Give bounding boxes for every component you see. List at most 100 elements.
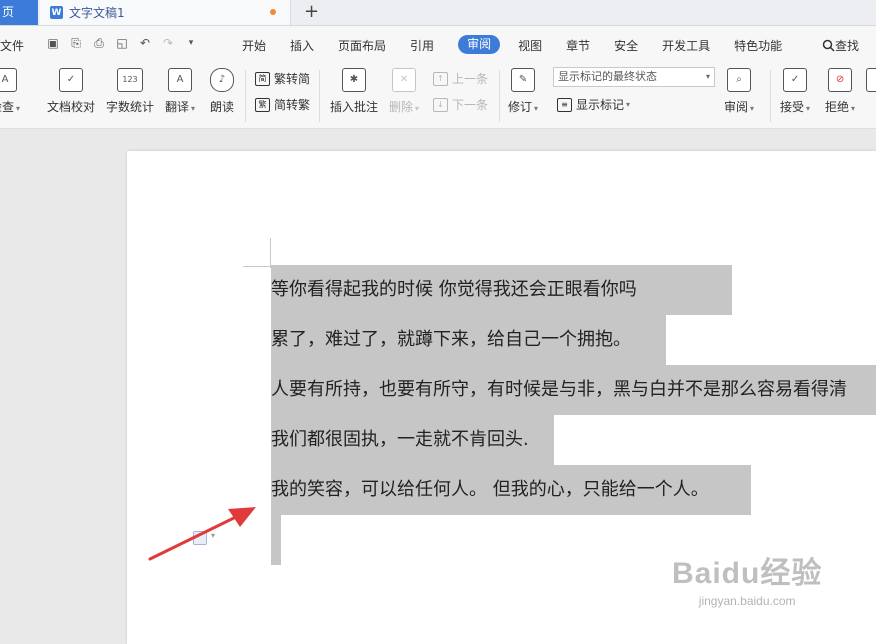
home-tab[interactable]: 页 <box>0 0 38 25</box>
read-aloud-button[interactable]: ♪ 朗读 <box>210 68 234 115</box>
show-markup-label: 显示标记 <box>576 98 625 112</box>
delete-comment-button[interactable]: ✕ 删除 ▾ <box>389 68 419 115</box>
show-markup-icon: ≡ <box>557 97 572 112</box>
print-preview-icon[interactable]: ◱ <box>114 35 130 51</box>
new-tab-button[interactable]: + <box>304 1 319 23</box>
next-comment-button[interactable]: ↓ 下一条 <box>433 96 488 113</box>
previous-comment-icon: ↑ <box>433 71 448 86</box>
overflow-icon <box>866 68 876 92</box>
delete-comment-icon: ✕ <box>392 68 417 92</box>
ribbon-separator <box>319 70 320 122</box>
trad-to-simp-button[interactable]: 简 繁转简 <box>255 70 310 87</box>
menu-view[interactable]: 视图 <box>518 37 542 54</box>
menu-tabs: 开始 插入 页面布局 引用 审阅 视图 章节 安全 开发工具 特色功能 <box>242 35 806 54</box>
ribbon-separator <box>499 70 500 122</box>
menu-security[interactable]: 安全 <box>614 37 638 54</box>
review-ribbon: A 检查▾ ✓ 文档校对 123 字数统计 A 翻译▾ ♪ 朗读 简 繁转简 繁… <box>0 64 876 129</box>
proofread-label: 文档校对 <box>47 100 96 114</box>
next-comment-label: 下一条 <box>452 98 489 112</box>
markup-state-select[interactable]: 显示标记的最终状态 ▾ <box>553 67 715 87</box>
menu-special-features[interactable]: 特色功能 <box>734 37 782 54</box>
ribbon-separator <box>245 70 246 122</box>
save-icon[interactable]: ▣ <box>45 35 61 51</box>
redo-icon[interactable]: ↷ <box>160 35 176 51</box>
baidu-watermark: Baidu经验 jingyan.baidu.com <box>672 548 822 608</box>
next-comment-icon: ↓ <box>433 97 448 112</box>
wps-writer-icon: W <box>50 6 63 19</box>
track-changes-label: 修订 <box>508 100 533 114</box>
document-tab-title: 文字文稿1 <box>69 6 125 20</box>
menu-page-layout[interactable]: 页面布局 <box>338 37 386 54</box>
track-changes-icon: ✎ <box>511 68 536 92</box>
accept-button[interactable]: ✓ 接受 ▾ <box>780 68 810 115</box>
translate-icon: A <box>168 68 193 92</box>
spell-check-label: 检查 <box>0 100 15 114</box>
reject-button[interactable]: ⊘ 拒绝 ▾ <box>825 68 855 115</box>
file-menu[interactable]: 文件 <box>0 37 24 54</box>
document-line[interactable]: 累了，难过了，就蹲下来，给自己一个拥抱。 <box>271 315 666 365</box>
menu-references[interactable]: 引用 <box>410 37 434 54</box>
menu-insert[interactable]: 插入 <box>290 37 314 54</box>
margin-corner-mark <box>270 238 271 268</box>
export-icon[interactable]: ⎘ <box>68 35 84 51</box>
document-tab[interactable]: W 文字文稿1 <box>40 0 291 25</box>
search-icon <box>822 39 835 52</box>
reject-label: 拒绝 <box>825 100 850 114</box>
insert-comment-button[interactable]: ✱ 插入批注 <box>330 68 378 115</box>
simp-to-trad-label: 简转繁 <box>274 98 311 112</box>
undo-icon[interactable]: ↶ <box>137 35 153 51</box>
translate-button[interactable]: A 翻译 ▾ <box>165 68 195 115</box>
review-pane-button[interactable]: ⌕ 审阅 ▾ <box>724 68 754 115</box>
insert-comment-icon: ✱ <box>342 68 366 92</box>
spell-check-icon: A <box>0 68 18 92</box>
print-icon[interactable]: ⎙ <box>91 35 107 51</box>
menu-developer[interactable]: 开发工具 <box>662 37 710 54</box>
review-pane-icon: ⌕ <box>727 68 752 92</box>
simp-to-trad-icon: 繁 <box>255 97 270 112</box>
trad-to-simp-icon: 简 <box>255 71 270 86</box>
ribbon-overflow-button[interactable] <box>866 68 876 98</box>
proofread-button[interactable]: ✓ 文档校对 <box>47 68 95 115</box>
menu-review[interactable]: 审阅 <box>458 35 501 54</box>
delete-comment-label: 删除 <box>389 100 414 114</box>
previous-comment-button[interactable]: ↑ 上一条 <box>433 70 488 87</box>
menu-start[interactable]: 开始 <box>242 37 266 54</box>
word-count-label: 字数统计 <box>106 100 155 114</box>
word-count-icon: 123 <box>117 68 143 92</box>
title-tab-bar: 页 W 文字文稿1 + <box>0 0 876 26</box>
markup-state-value: 显示标记的最终状态 <box>558 70 657 83</box>
annotation-arrow-icon <box>148 507 256 561</box>
simp-to-trad-button[interactable]: 繁 简转繁 <box>255 96 310 113</box>
customize-dropdown-icon[interactable]: ▾ <box>183 35 199 51</box>
document-line[interactable]: 人要有所持，也要有所守，有时候是与非，黑与白并不是那么容易看得清 <box>271 365 876 415</box>
document-line[interactable]: 我们都很固执，一走就不肯回头. <box>271 415 554 465</box>
show-markup-button[interactable]: ≡ 显示标记 ▾ <box>557 96 630 113</box>
translate-label: 翻译 <box>165 100 190 114</box>
accept-icon: ✓ <box>783 68 808 92</box>
spell-check-button[interactable]: A 检查▾ <box>0 68 20 115</box>
selection-empty-line <box>271 515 281 565</box>
margin-corner-mark <box>243 266 271 267</box>
ribbon-separator <box>770 70 771 122</box>
document-line[interactable]: 等你看得起我的时候 你觉得我还会正眼看你吗 <box>271 265 732 315</box>
word-count-button[interactable]: 123 字数统计 <box>106 68 154 115</box>
previous-comment-label: 上一条 <box>452 72 489 86</box>
menu-bar: 文件 ▣ ⎘ ⎙ ◱ ↶ ↷ ▾ 开始 插入 页面布局 引用 审阅 视图 章节 … <box>0 26 876 64</box>
reject-icon: ⊘ <box>828 68 853 92</box>
chevron-down-icon: ▾ <box>705 72 710 81</box>
search-label: 查找 <box>835 39 860 53</box>
read-aloud-label: 朗读 <box>210 100 235 114</box>
quick-access-toolbar: ▣ ⎘ ⎙ ◱ ↶ ↷ ▾ <box>45 35 199 51</box>
unsaved-indicator-icon <box>270 9 276 15</box>
watermark-logo: Baidu经验 <box>672 557 823 590</box>
watermark-url: jingyan.baidu.com <box>698 594 796 608</box>
menu-chapter[interactable]: 章节 <box>566 37 590 54</box>
proofread-icon: ✓ <box>59 68 83 92</box>
document-line[interactable]: 我的笑容，可以给任何人。 但我的心，只能给一个人。 <box>271 465 751 515</box>
track-changes-button[interactable]: ✎ 修订 ▾ <box>508 68 538 115</box>
search-button[interactable]: 查找 <box>822 37 859 54</box>
microphone-icon: ♪ <box>210 68 234 92</box>
accept-label: 接受 <box>780 100 805 114</box>
review-pane-label: 审阅 <box>724 100 749 114</box>
insert-comment-label: 插入批注 <box>330 100 379 114</box>
